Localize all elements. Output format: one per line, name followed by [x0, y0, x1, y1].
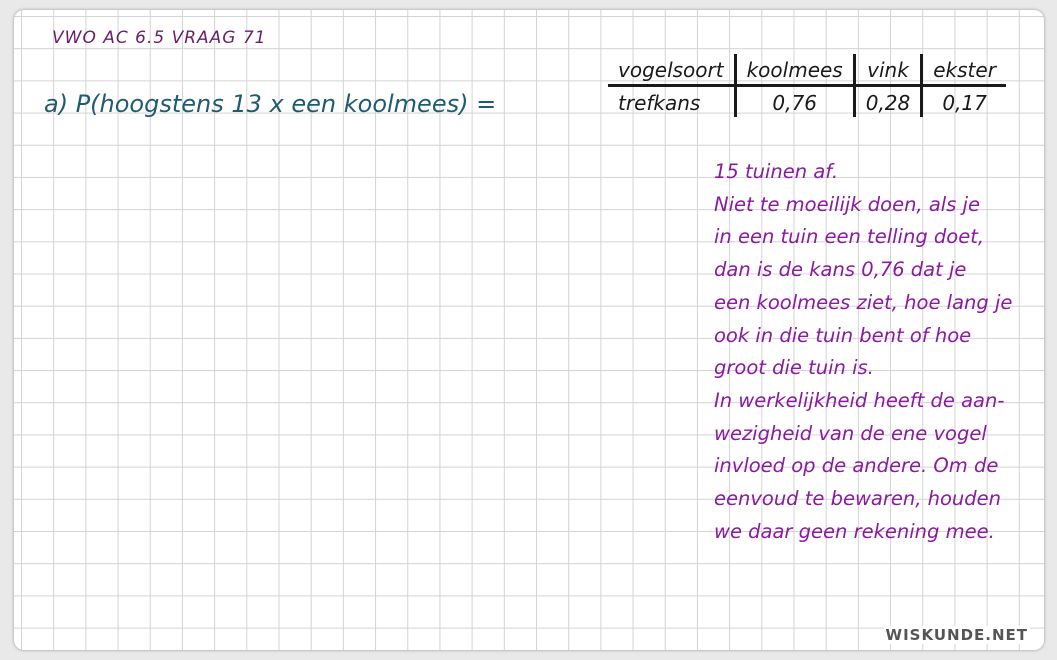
explanation-note: 15 tuinen af. Niet te moeilijk doen, als…	[714, 156, 1012, 548]
note-line: eenvoud te bewaren, houden	[714, 487, 1002, 511]
note-line: we daar geen rekening mee.	[714, 519, 995, 543]
value-ekster: 0,17	[942, 91, 987, 115]
question-a: a) P(hoogstens 13 x een koolmees) =	[44, 90, 497, 118]
row-header-vogelsoort: vogelsoort	[608, 54, 737, 87]
bird-probability-table: vogelsoort koolmees vink ekster trefkans…	[608, 54, 1006, 117]
note-line: invloed op de andere. Om de	[714, 454, 999, 478]
wiskunde-net-logo: WISKUNDE.NET	[883, 626, 1030, 644]
note-line: In werkelijkheid heeft de aan-	[714, 388, 1005, 412]
column-vink: vink	[854, 54, 924, 87]
note-line: groot die tuin is.	[714, 356, 874, 380]
table-row-trefkans: trefkans 0,76 0,28 0,17	[608, 85, 1006, 117]
row-header-trefkans: trefkans	[608, 85, 737, 117]
table-header-row: vogelsoort koolmees vink ekster	[608, 54, 1006, 87]
note-line: 15 tuinen af.	[714, 160, 839, 183]
column-ekster: ekster	[921, 54, 1006, 87]
note-line: in een tuin een telling doet,	[714, 225, 985, 249]
value-koolmees: 0,76	[735, 85, 856, 117]
note-line: dan is de kans 0,76 dat je	[714, 258, 967, 282]
grid-paper: VWO AC 6.5 VRAAG 71 a) P(hoogstens 13 x …	[14, 10, 1044, 650]
note-line: Niet te moeilijk doen, als je	[714, 192, 980, 216]
column-koolmees: koolmees	[735, 54, 856, 87]
value-vink: 0,28	[854, 85, 924, 117]
note-line: ook in die tuin bent of hoe	[714, 323, 972, 347]
video-frame: VWO AC 6.5 VRAAG 71 a) P(hoogstens 13 x …	[0, 0, 1057, 660]
exercise-header: VWO AC 6.5 VRAAG 71	[52, 28, 267, 48]
note-line: een koolmees ziet, hoe lang je	[714, 290, 1013, 314]
note-line: wezigheid van de ene vogel	[714, 421, 987, 445]
